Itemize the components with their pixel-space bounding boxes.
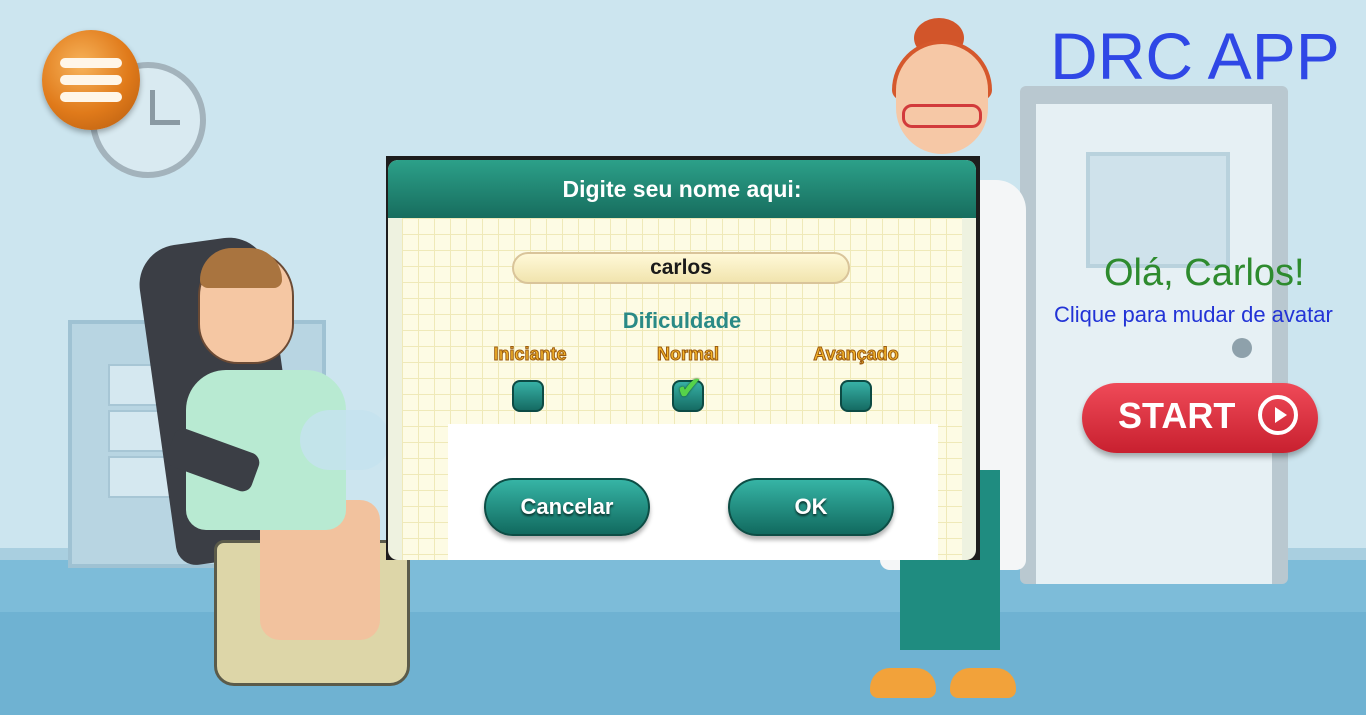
name-input[interactable] — [512, 252, 850, 284]
menu-bar — [60, 58, 122, 68]
difficulty-checkbox-beginner[interactable] — [512, 380, 544, 412]
dialog-title: Digite seu nome aqui: — [562, 176, 802, 202]
difficulty-option-normal-label: Normal — [656, 344, 719, 365]
nurse-avatar-head — [896, 44, 988, 154]
start-button-label: START — [1118, 395, 1236, 436]
nurse-glasses — [902, 104, 982, 128]
menu-bar — [60, 92, 122, 102]
difficulty-option-beginner-label: Iniciante — [493, 344, 567, 365]
nurse-shoe-right — [950, 668, 1016, 698]
app-screen: DRC APP Olá, Carlos! Clique para mudar d… — [0, 0, 1366, 715]
checkmark-icon: ✔ — [676, 369, 703, 407]
play-circle-icon — [1258, 395, 1298, 435]
menu-bar — [60, 75, 122, 85]
name-dialog: Digite seu nome aqui: Dificuldade Inicia… — [386, 156, 980, 560]
dialog-header: Digite seu nome aqui: — [388, 160, 976, 218]
patient-hair — [200, 248, 282, 288]
difficulty-checkbox-advanced[interactable] — [840, 380, 872, 412]
nurse-shoe-left — [870, 668, 936, 698]
clock-hour-hand — [150, 90, 155, 124]
dialog-panel: Digite seu nome aqui: Dificuldade Inicia… — [388, 160, 976, 560]
door-knob — [1232, 338, 1252, 358]
cancel-button[interactable]: Cancelar — [484, 478, 650, 536]
difficulty-option-advanced-label: Avançado — [813, 344, 899, 365]
floor-stripe — [0, 612, 1366, 715]
greeting-text: Olá, Carlos! — [1104, 252, 1305, 294]
app-title: DRC APP — [1050, 19, 1340, 93]
difficulty-checkbox-normal[interactable]: ✔ — [672, 372, 704, 412]
start-button[interactable]: START — [1082, 383, 1318, 453]
difficulty-label: Dificuldade — [622, 308, 742, 333]
ok-button[interactable]: OK — [728, 478, 894, 536]
change-avatar-link[interactable]: Clique para mudar de avatar — [1054, 302, 1333, 328]
clock-minute-hand — [150, 120, 180, 125]
hamburger-menu-icon[interactable] — [42, 30, 140, 130]
door-window — [1086, 152, 1230, 268]
arm-support-pillow — [300, 410, 390, 470]
